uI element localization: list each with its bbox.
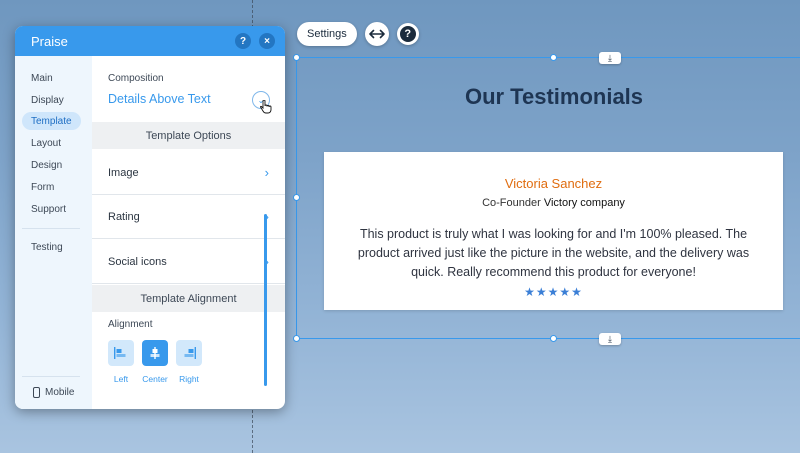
anchor-bottom-icon[interactable]: ⤓ bbox=[599, 333, 621, 345]
resize-handle-bottom[interactable] bbox=[550, 335, 557, 342]
resize-handle-top-left[interactable] bbox=[293, 54, 300, 61]
resize-handle-top[interactable] bbox=[550, 54, 557, 61]
element-toolbar: Settings ? bbox=[297, 22, 419, 46]
align-left-caption: Left bbox=[113, 374, 129, 384]
section-title: Our Testimonials bbox=[464, 84, 644, 109]
horizontal-arrows-icon bbox=[368, 29, 385, 39]
image-option-label: Image bbox=[108, 166, 139, 179]
chevron-right-icon: › bbox=[264, 165, 269, 180]
panel-close-icon[interactable]: × bbox=[259, 33, 275, 49]
sidebar-divider bbox=[22, 376, 80, 377]
panel-help-icon[interactable]: ? bbox=[235, 33, 251, 49]
align-center-caption: Center bbox=[142, 374, 168, 384]
panel-title: Praise bbox=[31, 33, 68, 49]
rating-option-label: Rating bbox=[108, 210, 140, 223]
sidebar-item-display[interactable]: Display bbox=[22, 91, 73, 109]
help-button[interactable]: ? bbox=[396, 23, 419, 45]
align-left-button[interactable] bbox=[108, 340, 134, 366]
sidebar-item-layout[interactable]: Layout bbox=[22, 134, 70, 152]
mobile-phone-icon bbox=[33, 387, 40, 398]
panel-header[interactable]: Praise ? × bbox=[15, 26, 285, 56]
sidebar-item-template[interactable]: Template bbox=[22, 112, 81, 130]
align-center-button[interactable] bbox=[142, 340, 168, 366]
testimonial-rating-stars: ★★★★★ bbox=[524, 285, 583, 299]
rating-option-row[interactable]: Rating › bbox=[92, 195, 285, 239]
align-right-icon bbox=[184, 347, 196, 359]
alignment-label: Alignment bbox=[108, 319, 153, 330]
align-right-button[interactable] bbox=[176, 340, 202, 366]
composition-label: Composition bbox=[108, 73, 164, 84]
template-options-heading: Template Options bbox=[92, 122, 285, 149]
sidebar-item-label: Mobile bbox=[45, 387, 75, 398]
testimonial-company: Victory company bbox=[543, 197, 625, 209]
align-right-caption: Right bbox=[179, 374, 199, 384]
settings-button[interactable]: Settings bbox=[297, 22, 357, 46]
composition-value: Details Above Text bbox=[108, 92, 211, 106]
panel-sidebar: Main Display Template Layout Design Form… bbox=[15, 56, 92, 409]
composition-dropdown[interactable]: Composition Details Above Text ⌄ bbox=[92, 56, 285, 122]
settings-panel: Praise ? × Main Display Template Layout … bbox=[15, 26, 285, 409]
sidebar-item-support[interactable]: Support bbox=[22, 200, 75, 218]
testimonial-role-line: Co-Founder Victory company bbox=[324, 197, 783, 209]
sidebar-item-design[interactable]: Design bbox=[22, 156, 71, 174]
testimonial-name: Victoria Sanchez bbox=[504, 176, 603, 191]
testimonial-card[interactable]: Victoria Sanchez Co-Founder Victory comp… bbox=[324, 152, 783, 310]
sidebar-item-form[interactable]: Form bbox=[22, 178, 63, 196]
stretch-button[interactable] bbox=[364, 22, 389, 46]
sidebar-divider bbox=[22, 228, 80, 229]
panel-content: Composition Details Above Text ⌄ Templat… bbox=[92, 56, 285, 409]
image-option-row[interactable]: Image › bbox=[92, 151, 285, 195]
resize-handle-bottom-left[interactable] bbox=[293, 335, 300, 342]
resize-handle-left[interactable] bbox=[293, 194, 300, 201]
testimonial-role: Co-Founder bbox=[482, 197, 541, 209]
sidebar-item-main[interactable]: Main bbox=[22, 69, 62, 87]
sidebar-item-testing[interactable]: Testing bbox=[22, 238, 72, 256]
testimonial-text: This product is truly what I was looking… bbox=[357, 227, 750, 279]
anchor-top-icon[interactable]: ⤓ bbox=[599, 52, 621, 64]
align-left-icon bbox=[114, 347, 126, 359]
panel-scrollbar[interactable] bbox=[264, 214, 267, 386]
help-icon: ? bbox=[399, 26, 416, 42]
sidebar-item-mobile[interactable]: Mobile bbox=[33, 387, 74, 398]
template-alignment-heading: Template Alignment bbox=[92, 285, 285, 312]
social-icons-option-label: Social icons bbox=[108, 255, 167, 268]
social-icons-option-row[interactable]: Social icons › bbox=[92, 240, 285, 284]
align-center-icon bbox=[150, 347, 160, 359]
hand-cursor-icon bbox=[260, 100, 272, 114]
